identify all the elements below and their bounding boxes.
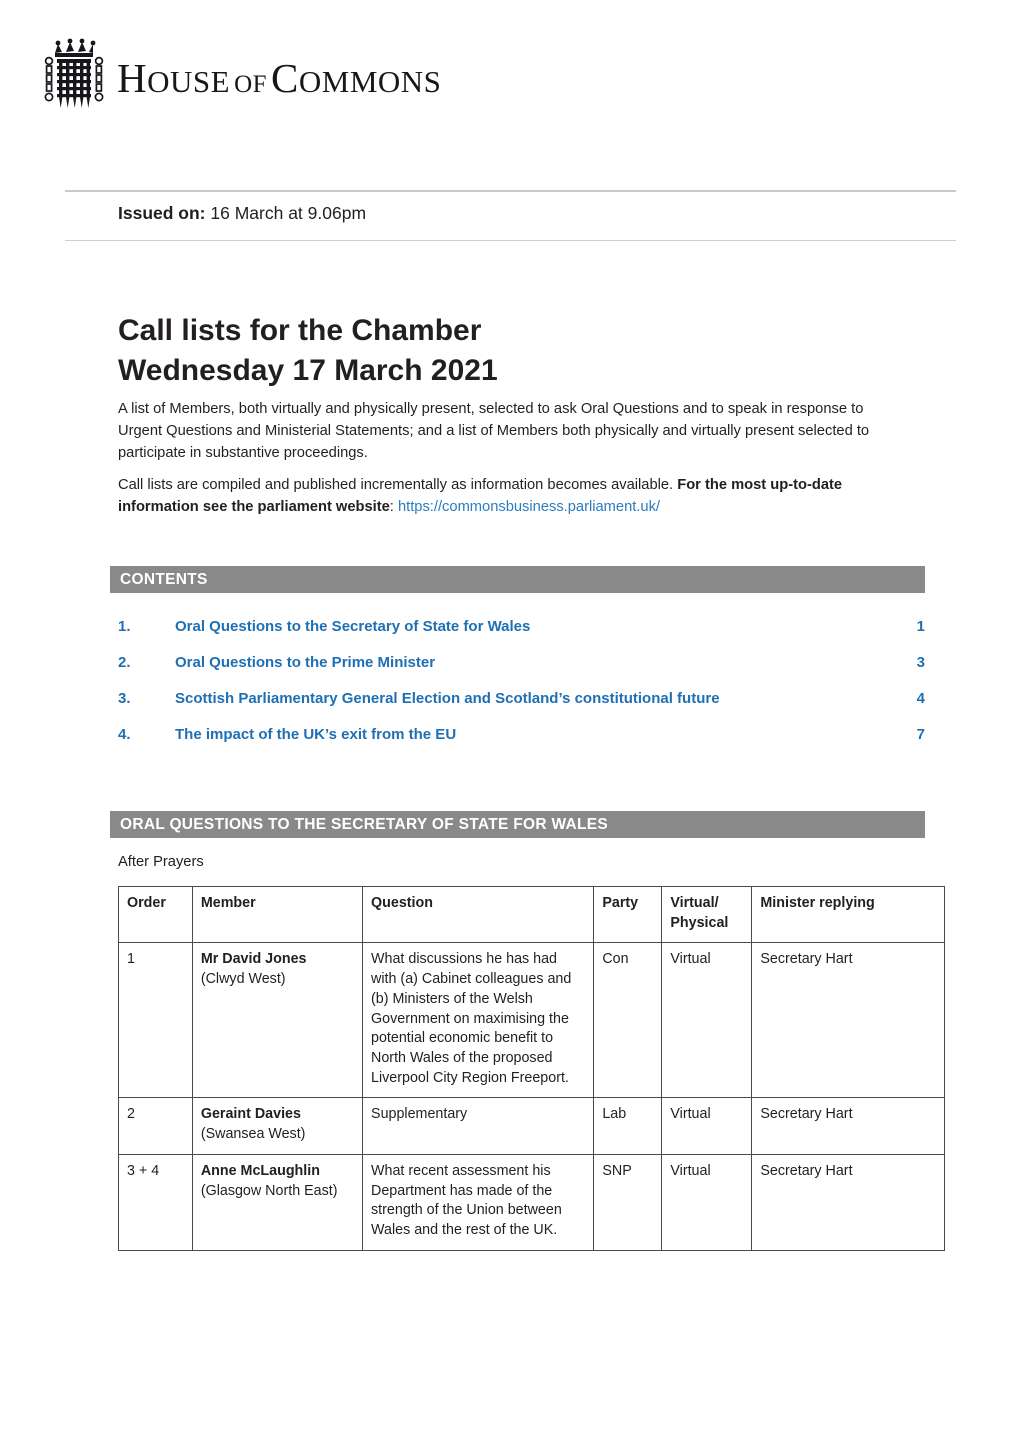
wordmark-h: H <box>117 55 148 101</box>
table-of-contents: 1. Oral Questions to the Secretary of St… <box>118 618 925 762</box>
intro-paragraph-2-plain: Call lists are compiled and published in… <box>118 476 678 493</box>
cell-member: Anne McLaughlin (Glasgow North East) <box>191 1153 364 1251</box>
parliament-website-link[interactable]: https://commonsbusiness.parliament.uk/ <box>398 499 660 515</box>
cell-minister: Secretary Hart <box>751 1153 945 1251</box>
column-header-party: Party <box>593 885 663 944</box>
member-constituency: (Glasgow North East) <box>200 1182 338 1199</box>
contents-heading-bar: CONTENTS <box>110 566 925 593</box>
wordmark-ommons: OMMONS <box>298 64 442 99</box>
masthead: HOUSE OFCOMMONS <box>0 0 1020 150</box>
toc-item-3[interactable]: 3. Scottish Parliamentary General Electi… <box>118 690 925 726</box>
page-title: Call lists for the Chamber Wednesday 17 … <box>118 311 798 390</box>
cell-order: 1 <box>118 942 193 1099</box>
page-title-line1: Call lists for the Chamber <box>118 314 482 348</box>
member-name: Mr David Jones <box>200 951 307 968</box>
column-header-member: Member <box>191 885 364 944</box>
toc-page-number: 1 <box>916 618 925 635</box>
cell-question: Supplementary <box>362 1097 595 1155</box>
column-header-virtual-physical-line1: Virtual/ <box>670 895 719 911</box>
toc-link[interactable]: The impact of the UK’s exit from the EU <box>175 726 895 743</box>
section-heading-bar: ORAL QUESTIONS TO THE SECRETARY OF STATE… <box>110 811 925 838</box>
table-row: 3 + 4 Anne McLaughlin (Glasgow North Eas… <box>118 1153 945 1251</box>
intro-paragraph-2: Call lists are compiled and published in… <box>118 474 902 518</box>
page-title-line2: Wednesday 17 March 2021 <box>118 353 498 387</box>
divider-above-issued <box>65 190 956 192</box>
column-header-order: Order <box>118 885 193 944</box>
table-row: 1 Mr David Jones (Clwyd West) What discu… <box>118 942 945 1099</box>
intro-paragraph-2-colon: : <box>389 498 398 515</box>
cell-virtual-physical: Virtual <box>661 942 753 1099</box>
issued-on-value: 16 March at 9.06pm <box>210 203 367 223</box>
cell-virtual-physical: Virtual <box>661 1097 753 1155</box>
cell-party: SNP <box>593 1153 663 1251</box>
column-header-question: Question <box>362 885 595 944</box>
issued-on: Issued on: 16 March at 9.06pm <box>118 203 366 224</box>
cell-party: Lab <box>593 1097 663 1155</box>
contents-heading-label: CONTENTS <box>120 570 208 588</box>
column-header-virtual-physical: Virtual/ Physical <box>661 885 753 944</box>
cell-member: Mr David Jones (Clwyd West) <box>191 942 364 1099</box>
cell-member: Geraint Davies (Swansea West) <box>191 1097 364 1155</box>
column-header-minister: Minister replying <box>751 885 945 944</box>
cell-minister: Secretary Hart <box>751 942 945 1099</box>
cell-question: What discussions he has had with (a) Cab… <box>362 942 595 1099</box>
divider-below-issued <box>65 240 956 241</box>
toc-link[interactable]: Oral Questions to the Secretary of State… <box>175 618 895 635</box>
wordmark-of: OF <box>234 71 268 98</box>
member-name: Anne McLaughlin <box>200 1162 320 1179</box>
toc-item-1[interactable]: 1. Oral Questions to the Secretary of St… <box>118 618 925 654</box>
member-constituency: (Clwyd West) <box>200 971 286 988</box>
toc-page-number: 7 <box>916 726 925 743</box>
cell-party: Con <box>593 942 663 1099</box>
toc-item-4[interactable]: 4. The impact of the UK’s exit from the … <box>118 726 925 762</box>
table-header-row: Order Member Question Party Virtual/ Phy… <box>118 885 945 944</box>
toc-number: 1. <box>118 618 131 635</box>
wordmark-c: C <box>271 55 299 101</box>
cell-order: 2 <box>118 1097 193 1155</box>
toc-item-2[interactable]: 2. Oral Questions to the Prime Minister … <box>118 654 925 690</box>
portcullis-crowned-icon <box>44 38 104 108</box>
issued-on-label: Issued on: <box>118 203 206 223</box>
toc-link[interactable]: Oral Questions to the Prime Minister <box>175 654 895 671</box>
house-of-commons-wordmark: HOUSE OFCOMMONS <box>117 58 441 99</box>
cell-minister: Secretary Hart <box>751 1097 945 1155</box>
wordmark-ouse: OUSE <box>147 64 231 99</box>
toc-number: 2. <box>118 654 131 671</box>
toc-link[interactable]: Scottish Parliamentary General Election … <box>175 690 895 707</box>
cell-order: 3 + 4 <box>118 1153 193 1251</box>
table-row: 2 Geraint Davies (Swansea West) Suppleme… <box>118 1097 945 1155</box>
cell-virtual-physical: Virtual <box>661 1153 753 1251</box>
section-subheading: After Prayers <box>118 854 204 870</box>
toc-page-number: 4 <box>916 690 925 707</box>
toc-number: 3. <box>118 690 131 707</box>
toc-number: 4. <box>118 726 131 743</box>
intro-paragraph-1: A list of Members, both virtually and ph… <box>118 400 870 461</box>
section-heading-label: ORAL QUESTIONS TO THE SECRETARY OF STATE… <box>120 815 609 833</box>
column-header-virtual-physical-line2: Physical <box>670 914 729 931</box>
toc-page-number: 3 <box>916 654 925 671</box>
cell-question: What recent assessment his Department ha… <box>362 1153 595 1251</box>
member-constituency: (Swansea West) <box>200 1126 306 1143</box>
call-list-table: Order Member Question Party Virtual/ Phy… <box>118 885 945 1251</box>
member-name: Geraint Davies <box>200 1106 301 1123</box>
